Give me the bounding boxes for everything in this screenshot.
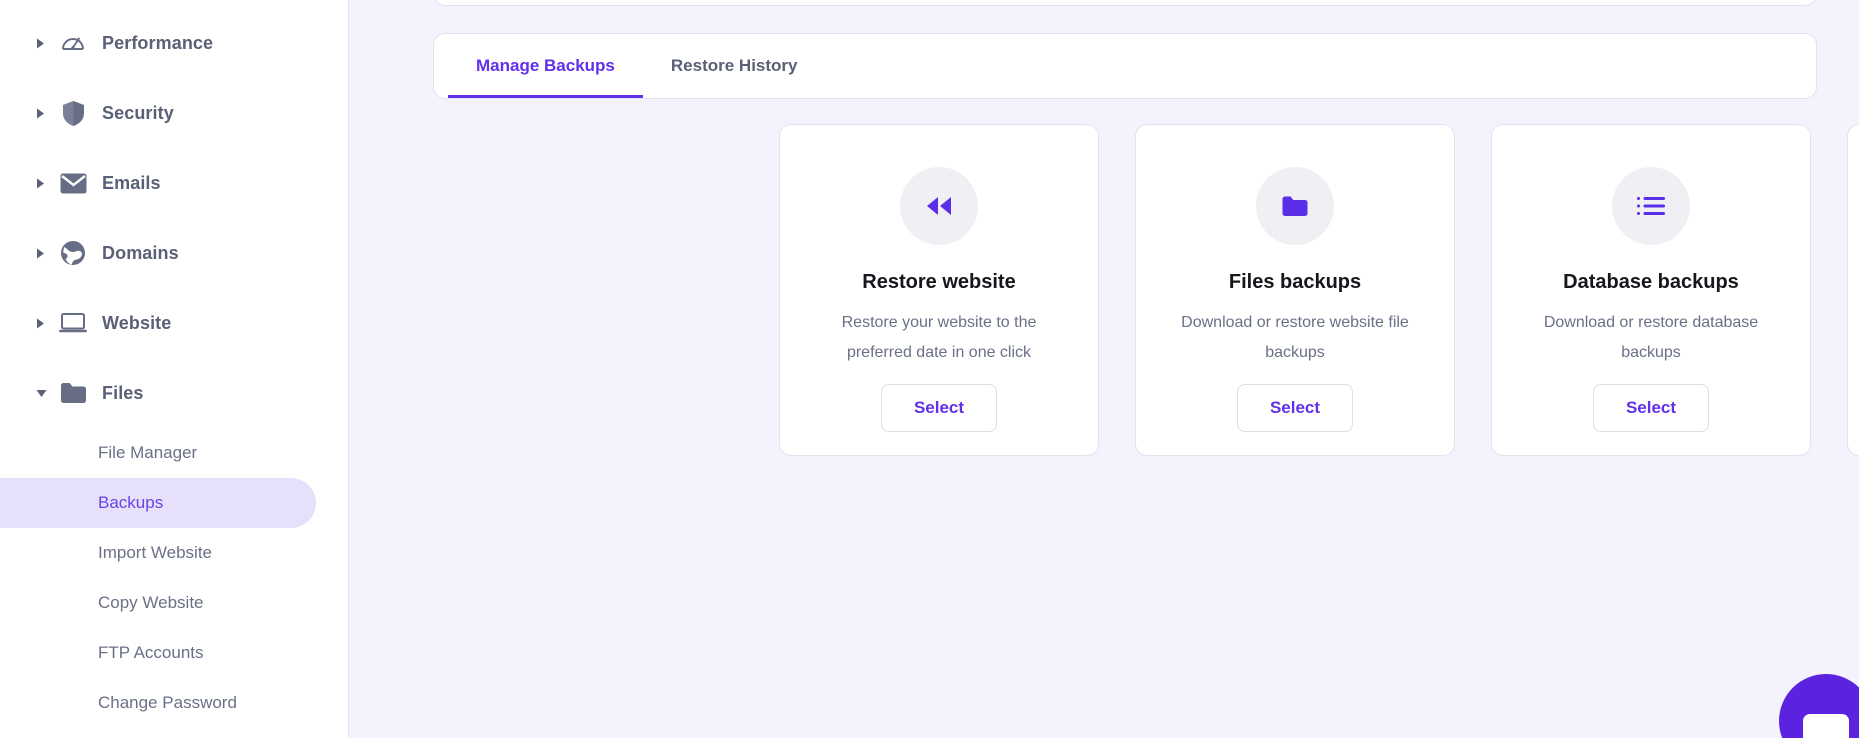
sidebar-item-import-website[interactable]: Import Website bbox=[0, 528, 316, 578]
tab-bar: Manage Backups Restore History bbox=[433, 33, 1817, 99]
card-description: Restore your website to the preferred da… bbox=[841, 314, 1037, 361]
card-title: Files backups bbox=[1228, 271, 1362, 293]
sidebar-item-copy-website[interactable]: Copy Website bbox=[0, 578, 316, 628]
laptop-icon bbox=[58, 312, 88, 334]
sidebar-group-label: Security bbox=[102, 102, 174, 123]
backup-options-grid: Restore website Restore your website to … bbox=[779, 124, 1859, 456]
card-generate-new-backup: Generate new backup Select this to prepa… bbox=[1847, 124, 1859, 456]
tab-label: Manage Backups bbox=[476, 56, 615, 75]
panel-above-tabs bbox=[433, 0, 1817, 6]
sidebar-subnav-files: File Manager Backups Import Website Copy… bbox=[0, 428, 348, 728]
folder-icon bbox=[58, 382, 88, 404]
card-files-backups: Files backups Download or restore websit… bbox=[1135, 124, 1455, 456]
sidebar-group-performance[interactable]: Performance bbox=[0, 8, 348, 78]
sidebar-group-emails[interactable]: Emails bbox=[0, 148, 348, 218]
select-button[interactable]: Select bbox=[1237, 384, 1353, 432]
sidebar-item-change-password[interactable]: Change Password bbox=[0, 678, 316, 728]
chat-bubble-glyph bbox=[1803, 714, 1849, 738]
main-content: Manage Backups Restore History Restore w… bbox=[349, 0, 1859, 738]
folder-icon bbox=[1256, 167, 1334, 245]
sidebar-item-label: File Manager bbox=[98, 443, 198, 462]
select-button[interactable]: Select bbox=[1593, 384, 1709, 432]
tab-manage-backups[interactable]: Manage Backups bbox=[448, 34, 643, 98]
card-title: Restore website bbox=[862, 271, 1016, 293]
chat-bubble-icon[interactable] bbox=[1779, 674, 1859, 738]
chevron-right-icon[interactable] bbox=[36, 108, 50, 119]
sidebar-group-label: Performance bbox=[102, 32, 214, 53]
sidebar-group-label: Website bbox=[102, 312, 172, 333]
sidebar-item-label: FTP Accounts bbox=[98, 643, 204, 662]
card-title: Database backups bbox=[1563, 271, 1739, 293]
sidebar-item-label: Copy Website bbox=[98, 593, 204, 612]
sidebar-item-backups[interactable]: Backups bbox=[0, 478, 316, 528]
sidebar-group-files[interactable]: Files bbox=[0, 358, 348, 428]
app-root: Performance Security Emails Domains Webs… bbox=[0, 0, 1859, 738]
tab-restore-history[interactable]: Restore History bbox=[643, 34, 826, 98]
globe-icon bbox=[58, 240, 88, 266]
chevron-right-icon[interactable] bbox=[36, 318, 50, 329]
sidebar-item-file-manager[interactable]: File Manager bbox=[0, 428, 316, 478]
tab-label: Restore History bbox=[670, 56, 798, 75]
rewind-icon bbox=[900, 167, 978, 245]
sidebar-item-label: Change Password bbox=[98, 693, 237, 712]
card-description: Download or restore website file backups bbox=[1181, 314, 1409, 361]
card-restore-website: Restore website Restore your website to … bbox=[779, 124, 1099, 456]
select-button[interactable]: Select bbox=[881, 384, 997, 432]
chevron-right-icon[interactable] bbox=[36, 248, 50, 259]
card-description: Download or restore database backups bbox=[1543, 314, 1759, 361]
sidebar: Performance Security Emails Domains Webs… bbox=[0, 0, 349, 738]
sidebar-group-label: Domains bbox=[102, 242, 179, 263]
sidebar-item-label: Backups bbox=[98, 493, 164, 512]
card-database-backups: Database backups Download or restore dat… bbox=[1491, 124, 1811, 456]
sidebar-group-website[interactable]: Website bbox=[0, 288, 348, 358]
sidebar-item-ftp-accounts[interactable]: FTP Accounts bbox=[0, 628, 316, 678]
list-icon bbox=[1612, 167, 1690, 245]
sidebar-group-label: Emails bbox=[102, 172, 161, 193]
sidebar-item-label: Import Website bbox=[98, 543, 213, 562]
sidebar-group-domains[interactable]: Domains bbox=[0, 218, 348, 288]
chevron-right-icon[interactable] bbox=[36, 38, 50, 49]
chevron-down-icon[interactable] bbox=[36, 389, 50, 398]
sidebar-group-security[interactable]: Security bbox=[0, 78, 348, 148]
gauge-icon bbox=[58, 30, 88, 56]
sidebar-group-label: Files bbox=[102, 382, 144, 403]
chevron-right-icon[interactable] bbox=[36, 178, 50, 189]
envelope-icon bbox=[58, 173, 88, 194]
shield-icon bbox=[58, 100, 88, 127]
